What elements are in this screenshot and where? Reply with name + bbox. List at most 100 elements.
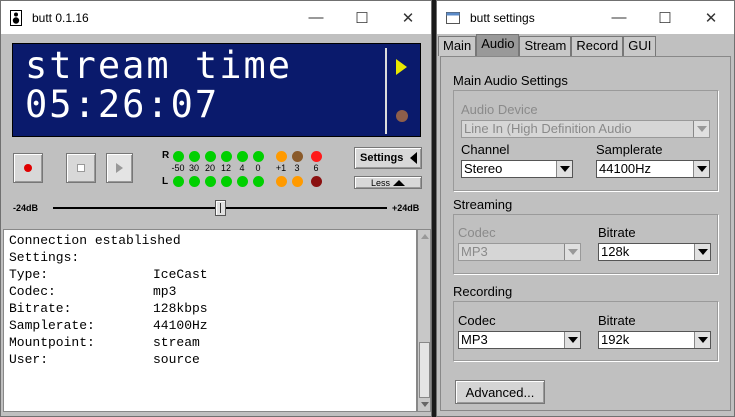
log-line: Settings: [9,249,411,266]
less-button-label: Less [370,177,390,188]
less-button[interactable]: Less [354,176,422,189]
log-scrollbar[interactable] [417,229,431,412]
window-app-icon [446,11,460,24]
vu-led-left [311,176,322,187]
log-key: Samplerate: [9,318,95,333]
settings-button[interactable]: Settings [354,147,422,169]
log-scrollbar-thumb[interactable] [419,342,430,398]
log-value: source [153,352,200,367]
record-button[interactable] [106,153,133,183]
log-value: mp3 [153,284,177,299]
gain-max-label: +24dB [392,203,420,213]
lcd-display[interactable]: stream time 05:26:07 [12,43,421,137]
stream-codec-label: Codec [458,225,496,240]
main-titlebar[interactable]: butt 0.1.16 — ☐ ✕ [1,1,431,34]
scroll-down-icon[interactable] [421,402,429,407]
chevron-down-icon [694,244,710,260]
vu-led-right [221,151,232,162]
vu-led-left [292,176,303,187]
main-window-title: butt 0.1.16 [32,10,89,25]
vu-scale-label: 6 [313,163,319,173]
minimize-button[interactable]: — [293,1,339,34]
record-bitrate-select[interactable]: 192k [598,331,711,349]
tab-main[interactable]: Main [438,36,477,56]
info-log[interactable]: Connection established Settings: Type: IceC… [3,229,417,412]
butt-settings-window: butt settings — ☐ ✕ Main Audio Stream Recor… [436,0,735,417]
log-key: User: [9,352,49,367]
tab-audio[interactable]: Audio [476,34,520,56]
main-audio-title: Main Audio Settings [453,73,568,88]
log-line: Type: IceCast [9,266,411,283]
tab-gui[interactable]: GUI [623,36,657,56]
triangle-left-icon [410,152,417,164]
chevron-down-icon [693,161,709,177]
maximize-button[interactable]: ☐ [339,1,385,34]
vu-left-label: L [162,176,169,187]
stream-bitrate-value: 128k [601,244,630,259]
log-key: Bitrate: [9,301,72,316]
log-key: Type: [9,267,49,282]
gain-slider-thumb[interactable] [215,200,226,216]
audio-device-select: Line In (High Definition Audio [461,120,710,138]
connect-button[interactable] [13,153,43,183]
chevron-down-icon [564,244,580,260]
log-value: 44100Hz [153,318,208,333]
stop-icon [77,164,85,172]
stream-codec-select: MP3 [458,243,581,261]
vu-led-left [189,176,200,187]
record-codec-label: Codec [458,313,496,328]
speaker-app-icon [10,9,22,26]
vu-led-right [237,151,248,162]
log-line: Bitrate: 128kbps [9,300,411,317]
scroll-up-icon[interactable] [421,234,429,239]
vu-led-left [205,176,216,187]
tab-record[interactable]: Record [571,36,624,56]
butt-main-window: butt 0.1.16 — ☐ ✕ stream time 05:26:07 R… [0,0,432,417]
samplerate-value: 44100Hz [599,161,652,176]
audio-device-value: Line In (High Definition Audio [464,121,632,136]
record-dot-icon [24,164,32,172]
record-bitrate-value: 192k [601,332,630,347]
vu-led-left [253,176,264,187]
vu-led-right [205,151,216,162]
tab-stream[interactable]: Stream [519,36,572,56]
settings-titlebar[interactable]: butt settings — ☐ ✕ [437,1,734,34]
record-codec-select[interactable]: MP3 [458,331,581,349]
vu-led-left [237,176,248,187]
settings-maximize-button[interactable]: ☐ [642,1,688,34]
settings-window-title: butt settings [470,10,535,25]
chevron-down-icon [564,332,580,348]
vu-right-label: R [162,150,170,161]
log-value: IceCast [153,267,208,282]
advanced-button[interactable]: Advanced... [455,380,545,404]
log-line: Codec: mp3 [9,283,411,300]
stream-bitrate-label: Bitrate [598,225,636,240]
log-line: Samplerate: 44100Hz [9,317,411,334]
log-key: Connection established [9,233,181,248]
vu-led-left [221,176,232,187]
disconnect-button[interactable] [66,153,96,183]
vu-led-right [292,151,303,162]
channel-label: Channel [461,142,510,157]
stream-codec-value: MP3 [461,244,488,259]
log-line: Connection established [9,232,411,249]
vu-led-right [189,151,200,162]
close-button[interactable]: ✕ [385,1,431,34]
streaming-title: Streaming [453,197,513,212]
settings-close-button[interactable]: ✕ [688,1,734,34]
record-codec-value: MP3 [461,332,488,347]
stream-bitrate-select[interactable]: 128k [598,243,711,261]
samplerate-select[interactable]: 44100Hz [596,160,710,178]
chevron-down-icon [693,121,709,137]
chevron-down-icon [556,161,572,177]
gain-min-label: -24dB [13,203,39,213]
log-line: User: source [9,351,411,368]
settings-minimize-button[interactable]: — [596,1,642,34]
triangle-up-icon [393,179,405,186]
channel-select[interactable]: Stereo [461,160,573,178]
record-status-icon [396,110,408,122]
record-bitrate-label: Bitrate [598,313,636,328]
display-line-1: stream time [25,44,293,87]
stream-status-icon [396,59,407,75]
display-separator [385,48,387,134]
